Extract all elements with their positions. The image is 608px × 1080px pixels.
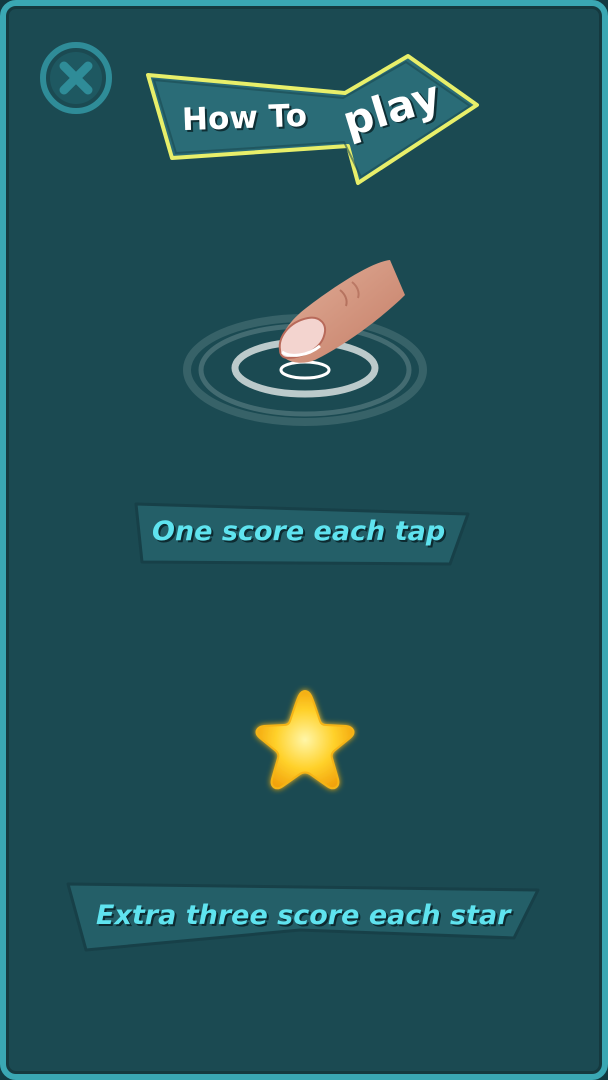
tap-instruction-label: One score each tap <box>152 516 446 547</box>
title-how-to: How To <box>181 97 308 139</box>
star-instruction-label: Extra three score each star <box>96 900 511 931</box>
star-icon <box>255 689 355 790</box>
close-icon[interactable] <box>38 40 114 116</box>
finger-tap-icon <box>183 260 427 426</box>
